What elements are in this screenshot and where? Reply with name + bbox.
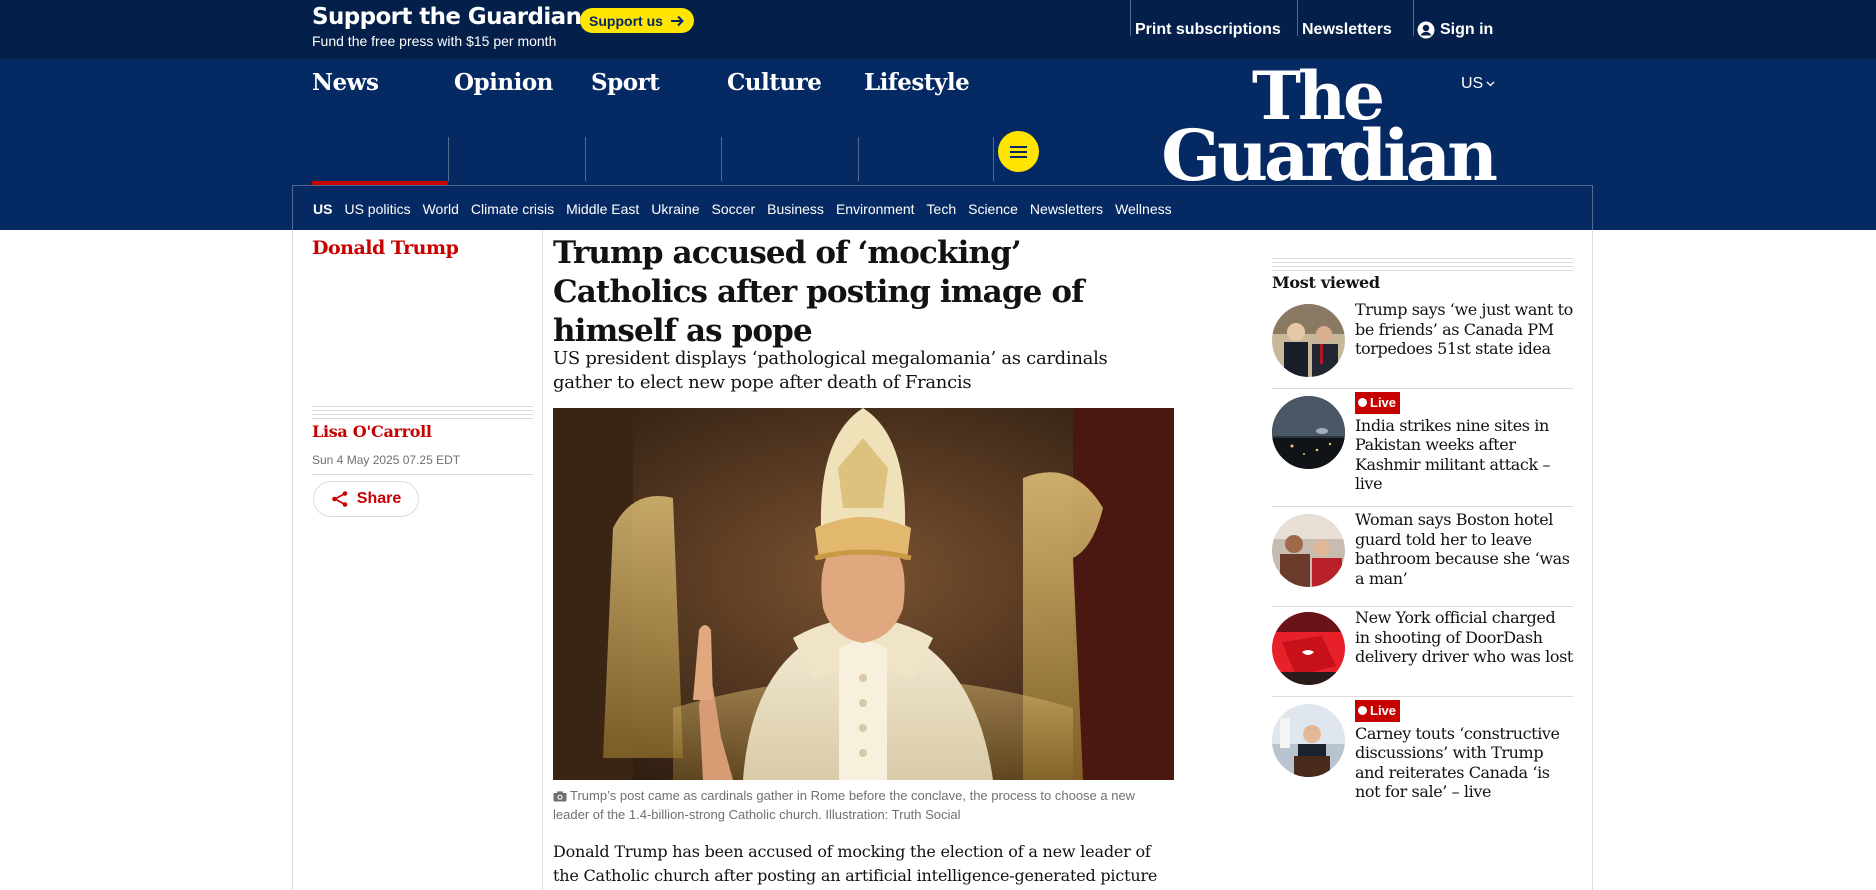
menu-button[interactable] — [998, 131, 1039, 172]
share-icon — [331, 491, 348, 507]
most-viewed-text: Live India strikes nine sites in Pakista… — [1355, 392, 1573, 494]
account-icon — [1417, 21, 1435, 38]
most-viewed-divider — [1272, 606, 1573, 607]
support-us-label: Support us — [589, 12, 663, 29]
live-dot-icon — [1358, 706, 1367, 716]
most-viewed-text: Live Carney touts ‘constructive discussi… — [1355, 700, 1573, 802]
support-bar: Support the Guardian Fund the free press… — [0, 0, 1876, 59]
subnav-us-politics[interactable]: US politics — [344, 201, 410, 217]
subnav-environment[interactable]: Environment — [836, 201, 915, 217]
most-viewed-thumbnail — [1272, 304, 1345, 377]
newsletters-link[interactable]: Newsletters — [1302, 21, 1392, 39]
most-viewed-thumbnail — [1272, 704, 1345, 777]
subnav-climate-crisis[interactable]: Climate crisis — [471, 201, 554, 217]
pillar-lifestyle[interactable]: Lifestyle — [859, 59, 970, 117]
subnav-business[interactable]: Business — [767, 201, 824, 217]
share-label: Share — [356, 490, 402, 507]
support-us-button[interactable]: Support us — [580, 8, 694, 33]
headline: Trump accused of ‘mocking’ Catholics aft… — [553, 235, 1084, 349]
live-badge: Live — [1355, 700, 1401, 722]
image-caption: Trump’s post came as cardinals gather in… — [553, 786, 1163, 824]
byline[interactable]: Lisa O'Carroll — [312, 422, 432, 441]
pillar-divider — [585, 137, 586, 181]
support-subtitle: Fund the free press with $15 per month — [312, 33, 557, 49]
sign-in-label: Sign in — [1440, 20, 1494, 38]
most-viewed-headline: Trump says ‘we just want to be friends’ … — [1355, 300, 1573, 358]
live-label: Live — [1370, 703, 1397, 718]
live-badge: Live — [1355, 392, 1401, 414]
most-viewed-thumbnail — [1272, 514, 1345, 587]
pillar-divider — [448, 137, 449, 181]
pillar-sport[interactable]: Sport — [586, 59, 660, 117]
most-viewed-headline: New York official charged in shooting of… — [1355, 608, 1573, 666]
guardian-logo[interactable]: The Guardian — [1161, 63, 1498, 198]
section-tag[interactable]: Donald Trump — [312, 237, 459, 259]
subnav-soccer[interactable]: Soccer — [712, 201, 756, 217]
content-border-left — [292, 230, 293, 890]
subnav-wellness[interactable]: Wellness — [1115, 201, 1172, 217]
most-viewed-divider-lines — [1272, 258, 1573, 272]
subnav-science[interactable]: Science — [968, 201, 1018, 217]
subnav: US US politics World Climate crisis Midd… — [292, 185, 1593, 231]
meta-divider-lines — [312, 406, 533, 419]
most-viewed-thumbnail — [1272, 396, 1345, 469]
logo-line-2: Guardian — [1161, 114, 1498, 198]
most-viewed-title: Most viewed — [1272, 273, 1380, 292]
pillar-culture[interactable]: Culture — [722, 59, 822, 117]
pillar-news[interactable]: News — [307, 59, 379, 117]
support-title: Support the Guardian — [312, 4, 582, 30]
subnav-tech[interactable]: Tech — [927, 201, 957, 217]
most-viewed-headline: Woman says Boston hotel guard told her t… — [1355, 510, 1570, 588]
masthead: US The Guardian News Opinion Sport Cultu… — [0, 59, 1876, 231]
subnav-middle-east[interactable]: Middle East — [566, 201, 639, 217]
pillar-divider — [993, 137, 994, 181]
subnav-us[interactable]: US — [313, 201, 332, 217]
pillar-divider — [721, 137, 722, 181]
meta-divider — [312, 474, 533, 475]
content-border-right — [1592, 230, 1593, 890]
standfirst: US president displays ‘pathological mega… — [553, 348, 1108, 393]
subnav-ukraine[interactable]: Ukraine — [651, 201, 699, 217]
live-dot-icon — [1358, 398, 1367, 408]
content-border-middle — [542, 230, 543, 890]
live-label: Live — [1370, 395, 1397, 410]
most-viewed-divider — [1272, 506, 1573, 507]
most-viewed-headline: India strikes nine sites in Pakistan wee… — [1355, 415, 1551, 494]
most-viewed-thumbnail — [1272, 612, 1345, 685]
hamburger-icon — [1010, 150, 1027, 153]
camera-icon — [553, 791, 567, 802]
print-subscriptions-link[interactable]: Print subscriptions — [1135, 21, 1281, 39]
share-button[interactable]: Share — [313, 481, 419, 517]
most-viewed-divider — [1272, 696, 1573, 697]
arrow-right-icon — [670, 15, 684, 26]
caption-text: Trump’s post came as cardinals gather in… — [553, 788, 1136, 822]
pillar-opinion[interactable]: Opinion — [449, 59, 553, 117]
most-viewed-headline: Carney touts ‘constructive discussions’ … — [1355, 723, 1560, 802]
pillar-divider — [858, 137, 859, 181]
most-viewed-divider — [1272, 388, 1573, 389]
sign-in-link[interactable]: Sign in — [1417, 21, 1493, 39]
article-body: Donald Trump has been accused of mocking… — [553, 842, 1158, 885]
subnav-newsletters[interactable]: Newsletters — [1030, 201, 1103, 217]
hero-image — [553, 408, 1174, 780]
subnav-world[interactable]: World — [423, 201, 459, 217]
dateline: Sun 4 May 2025 07.25 EDT — [312, 453, 461, 467]
